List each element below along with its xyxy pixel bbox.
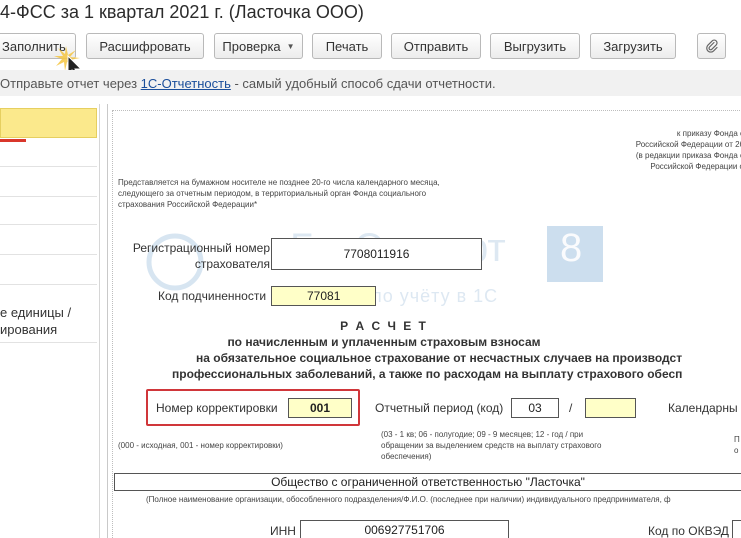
period-field[interactable]: 03 (511, 398, 559, 418)
correction-field[interactable]: 001 (288, 398, 352, 418)
report-subheading: на обязательное социальное страхование о… (196, 351, 683, 365)
period-hint-line: (03 - 1 кв; 06 - полугодие; 09 - 9 месяц… (381, 430, 584, 439)
send-button[interactable]: Отправить (391, 33, 481, 59)
okved-field[interactable] (732, 520, 741, 538)
check-button[interactable]: Проверка ▼ (214, 33, 303, 59)
order-reference: к приказу Фонда с Российской Федерации о… (600, 128, 741, 172)
load-button[interactable]: Загрузить (590, 33, 676, 59)
fill-button-label: Заполнить (2, 38, 66, 54)
correction-hint: (000 - исходная, 001 - номер корректиров… (118, 441, 283, 450)
inn-label: ИНН (270, 524, 296, 538)
info-suffix: - самый удобный способ сдачи отчетности. (230, 76, 496, 91)
right-hint-line: П (734, 435, 740, 444)
print-button[interactable]: Печать (312, 33, 382, 59)
reg-number-field[interactable]: 7708011916 (271, 238, 482, 270)
note-line: Представляется на бумажном носителе не п… (118, 178, 440, 187)
left-panel-item[interactable]: е единицы / ирования (0, 304, 71, 338)
correction-label: Номер корректировки (156, 401, 278, 415)
error-indicator (0, 139, 26, 142)
period-separator: / (569, 401, 573, 415)
info-bar: Отправьте отчет через 1С-Отчетность - са… (0, 70, 741, 96)
okved-label: Код по ОКВЭД (648, 524, 729, 538)
divider (0, 166, 97, 167)
sub-code-field[interactable]: 77081 (271, 286, 376, 306)
order-ref-line: Российской Федерации о (650, 162, 741, 171)
org-name-hint: (Полное наименование организации, обособ… (146, 495, 671, 504)
left-panel-item-line1: е единицы / (0, 305, 72, 320)
watermark-digit: 8 (560, 226, 583, 270)
inn-field[interactable]: 006927751706 (300, 520, 509, 538)
period-label: Отчетный период (код) (375, 401, 504, 415)
reg-number-label: Регистрационный номер страхователя (128, 240, 270, 272)
report-subheading: профессиональных заболеваний, а также по… (172, 367, 683, 381)
note-line: страхования Российской Федерации* (118, 200, 258, 209)
order-ref-line: Российской Федерации от 26 (635, 140, 741, 149)
period-hint-line: обеспечения) (381, 452, 432, 461)
reg-number-label-line: страхователя (194, 257, 270, 271)
submission-note: Представляется на бумажном носителе не п… (118, 177, 440, 210)
unload-button[interactable]: Выгрузить (490, 33, 580, 59)
calendar-year-label: Календарны (668, 401, 738, 415)
reg-number-label-line: Регистрационный номер (132, 241, 270, 255)
note-line: следующего за отчетным периодом, в терри… (118, 189, 427, 198)
sub-code-label: Код подчиненности (158, 289, 267, 303)
left-panel: е единицы / ирования (0, 104, 100, 538)
divider (0, 342, 97, 343)
period-hint-line: обращении за выделением средств на выпла… (381, 441, 602, 450)
attach-button[interactable] (697, 33, 726, 59)
paperclip-icon (705, 39, 718, 53)
org-name-field[interactable]: Общество с ограниченной ответственностью… (114, 473, 741, 491)
1c-reporting-link[interactable]: 1С-Отчетность (141, 76, 231, 91)
chevron-down-icon: ▼ (286, 41, 295, 51)
order-ref-line: (в редакции приказа Фонда с (635, 151, 741, 160)
order-ref-line: к приказу Фонда с (676, 129, 741, 138)
window-title: 4-ФСС за 1 квартал 2021 г. (Ласточка ООО… (0, 2, 364, 22)
right-hint: П о (734, 434, 740, 456)
divider (0, 196, 97, 197)
decode-button[interactable]: Расшифровать (86, 33, 204, 59)
report-heading: Р А С Ч Е Т (340, 319, 428, 333)
period-hint: (03 - 1 кв; 06 - полугодие; 09 - 9 месяц… (381, 429, 601, 462)
info-prefix: Отправьте отчет через (0, 76, 141, 91)
divider (0, 254, 97, 255)
divider (0, 224, 97, 225)
report-subheading: по начисленным и уплаченным страховым вз… (227, 335, 541, 349)
left-panel-item-line2: ирования (0, 322, 58, 337)
check-button-label: Проверка (222, 38, 281, 54)
right-hint-line: о (734, 446, 739, 455)
left-panel-selected-item[interactable] (0, 108, 97, 138)
period-extra-field[interactable] (585, 398, 636, 418)
fill-button[interactable]: Заполнить (0, 33, 76, 59)
divider (0, 284, 97, 285)
